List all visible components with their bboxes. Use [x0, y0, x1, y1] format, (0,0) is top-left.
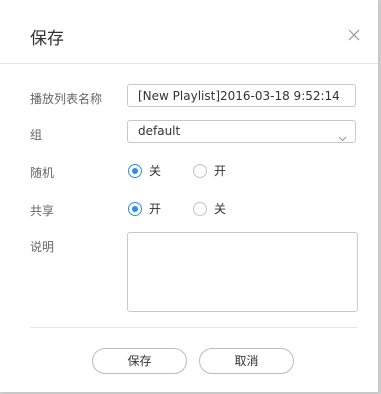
- shared-option-on[interactable]: 开: [128, 200, 161, 217]
- random-option-on[interactable]: 开: [193, 162, 226, 179]
- random-label: 随机: [30, 166, 55, 180]
- cancel-button[interactable]: 取消: [199, 348, 294, 374]
- shared-option-off-label: 关: [214, 202, 227, 216]
- radio-circle: [128, 201, 142, 216]
- save-button[interactable]: 保存: [92, 348, 187, 374]
- radio-circle: [193, 201, 207, 216]
- dialog-title: 保存: [30, 29, 64, 49]
- header-divider: [0, 63, 378, 64]
- save-dialog: 保存 播放列表名称 组 default 随机 关 开 共享 开 关: [0, 0, 379, 393]
- random-option-off-label: 关: [149, 164, 162, 178]
- playlist-name-label: 播放列表名称: [30, 92, 103, 106]
- footer-divider: [30, 327, 358, 328]
- radio-circle: [193, 163, 207, 178]
- random-option-on-label: 开: [214, 164, 227, 178]
- description-textarea[interactable]: [127, 232, 358, 312]
- group-label: 组: [30, 128, 43, 142]
- chevron-down-icon: [338, 128, 347, 142]
- description-label: 说明: [30, 240, 55, 254]
- radio-circle: [128, 163, 142, 178]
- random-option-off[interactable]: 关: [128, 162, 161, 179]
- shared-label: 共享: [30, 204, 55, 218]
- group-select-value: default: [138, 124, 181, 138]
- close-icon[interactable]: [347, 27, 361, 41]
- shared-option-off[interactable]: 关: [193, 200, 226, 217]
- shared-option-on-label: 开: [149, 202, 162, 216]
- playlist-name-input[interactable]: [127, 84, 356, 107]
- group-select[interactable]: default: [127, 120, 356, 143]
